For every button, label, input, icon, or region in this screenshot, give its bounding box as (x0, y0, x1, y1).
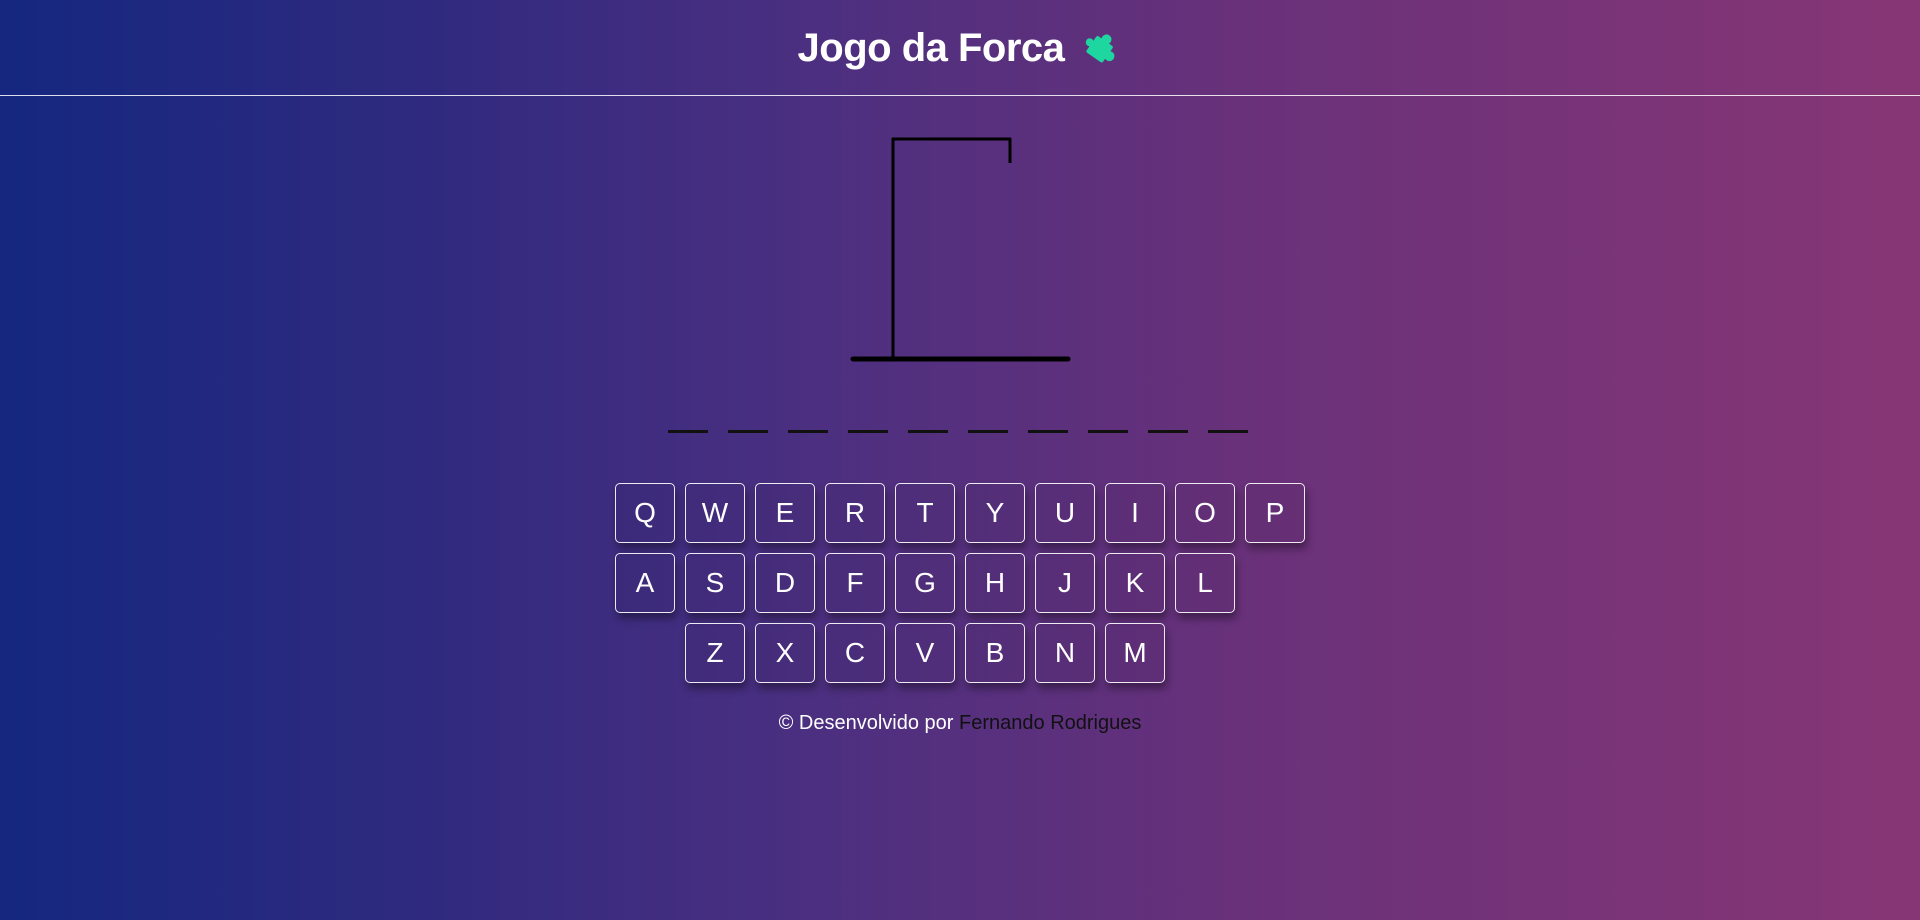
author-link[interactable]: Fernando Rodrigues (959, 712, 1141, 734)
key-a[interactable]: A (615, 553, 675, 613)
key-i[interactable]: I (1105, 483, 1165, 543)
key-f[interactable]: F (825, 553, 885, 613)
letter-slot (848, 430, 888, 433)
letter-slot (1088, 430, 1128, 433)
key-j[interactable]: J (1035, 553, 1095, 613)
letter-slot (1028, 430, 1068, 433)
key-y[interactable]: Y (965, 483, 1025, 543)
key-x[interactable]: X (755, 623, 815, 683)
letter-slot (968, 430, 1008, 433)
letter-slot (1148, 430, 1188, 433)
keyboard-row-3: ZXCVBNM (0, 623, 1920, 683)
key-g[interactable]: G (895, 553, 955, 613)
footer: © Desenvolvido por Fernando Rodrigues (0, 712, 1920, 735)
key-q[interactable]: Q (615, 483, 675, 543)
word-slots (668, 430, 1248, 433)
page-title: Jogo da Forca (797, 26, 1065, 70)
key-n[interactable]: N (1035, 623, 1095, 683)
key-h[interactable]: H (965, 553, 1025, 613)
key-c[interactable]: C (825, 623, 885, 683)
key-d[interactable]: D (755, 553, 815, 613)
gallows-drawing (850, 137, 1071, 362)
key-k[interactable]: K (1105, 553, 1165, 613)
keyboard-row-2: ASDFGHJKL (0, 553, 1920, 613)
key-b[interactable]: B (965, 623, 1025, 683)
letter-slot (728, 430, 768, 433)
key-p[interactable]: P (1245, 483, 1305, 543)
app-header: Jogo da Forca (0, 0, 1920, 96)
letter-slot (788, 430, 828, 433)
letter-slot (908, 430, 948, 433)
key-t[interactable]: T (895, 483, 955, 543)
key-r[interactable]: R (825, 483, 885, 543)
key-z[interactable]: Z (685, 623, 745, 683)
key-s[interactable]: S (685, 553, 745, 613)
key-m[interactable]: M (1105, 623, 1165, 683)
key-e[interactable]: E (755, 483, 815, 543)
key-l[interactable]: L (1175, 553, 1235, 613)
key-v[interactable]: V (895, 623, 955, 683)
key-o[interactable]: O (1175, 483, 1235, 543)
keyboard-row-1: QWERTYUIOP (0, 483, 1920, 543)
letter-slot (668, 430, 708, 433)
letter-slot (1208, 430, 1248, 433)
key-u[interactable]: U (1035, 483, 1095, 543)
virtual-keyboard: QWERTYUIOP ASDFGHJKL ZXCVBNM (0, 483, 1920, 693)
footer-credit: © Desenvolvido por (778, 712, 954, 734)
title-group: Jogo da Forca (798, 26, 1123, 71)
key-w[interactable]: W (685, 483, 745, 543)
puzzle-piece-icon (1086, 33, 1115, 62)
